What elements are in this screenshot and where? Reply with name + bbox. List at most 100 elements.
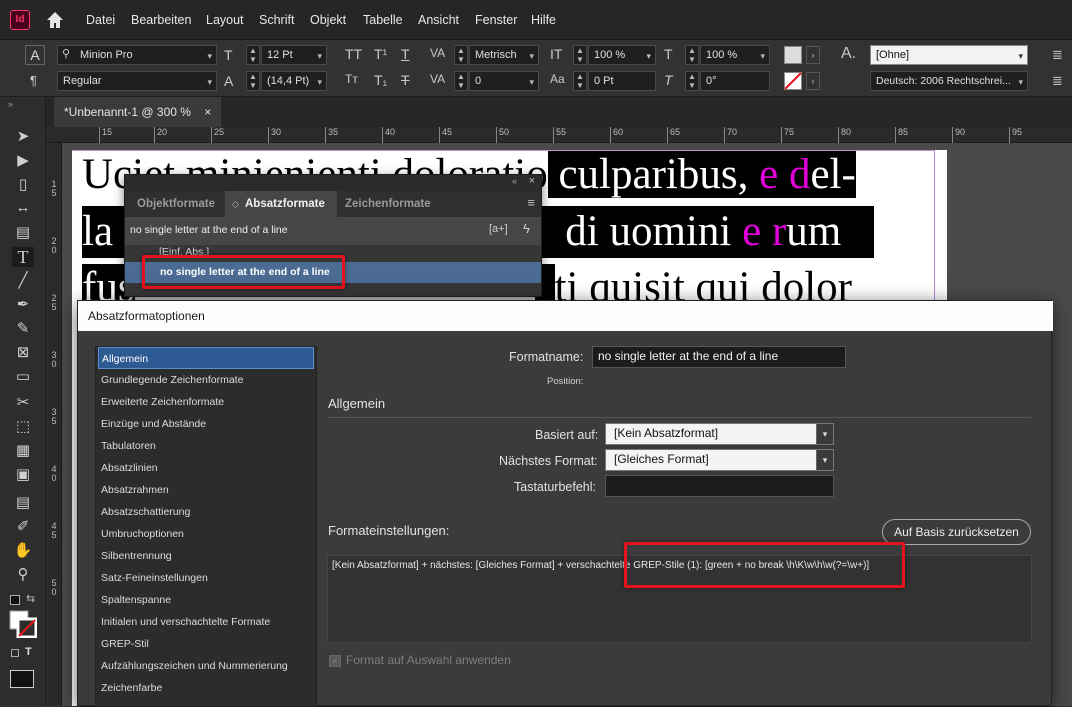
scissors-tool-icon[interactable]: ✂ bbox=[12, 393, 34, 413]
eyedropper-tool-icon[interactable]: ✐ bbox=[12, 517, 34, 537]
leading-input[interactable]: (14,4 Pt) ▾ bbox=[261, 71, 327, 91]
menu-hilfe[interactable]: Hilfe bbox=[531, 13, 556, 27]
category-item[interactable]: Grundlegende Zeichenformate bbox=[98, 369, 314, 391]
apply-format-checkbox[interactable]: ✓ bbox=[329, 655, 341, 667]
gap-tool-icon[interactable]: ↔ bbox=[12, 199, 34, 219]
tab-objektformate[interactable]: Objektformate bbox=[125, 191, 227, 217]
category-item[interactable]: Tabulatoren bbox=[98, 435, 314, 457]
tracking-stepper[interactable]: ▲ ▼ bbox=[454, 71, 468, 91]
shortcut-input[interactable] bbox=[605, 475, 834, 497]
pen-tool-icon[interactable]: ✒ bbox=[12, 295, 34, 315]
next-format-select[interactable]: [Gleiches Format] ▾ bbox=[605, 449, 834, 471]
character-mode-button[interactable]: A bbox=[25, 45, 45, 65]
formatting-container-icon[interactable] bbox=[11, 649, 19, 657]
category-item[interactable]: Einzüge und Abstände bbox=[98, 413, 314, 435]
category-item-allgemein[interactable]: Allgemein bbox=[98, 347, 314, 369]
vertical-scale-input[interactable]: 100 % ▾ bbox=[588, 45, 656, 65]
gradient-tool-icon[interactable]: ▦ bbox=[12, 441, 34, 461]
menu-datei[interactable]: Datei bbox=[86, 13, 115, 27]
category-item[interactable]: Aufzählungszeichen und Nummerierung bbox=[98, 655, 314, 677]
align-icon[interactable]: ≣ bbox=[1052, 47, 1063, 63]
close-icon[interactable]: × bbox=[204, 105, 211, 119]
font-size-stepper[interactable]: ▲ ▼ bbox=[246, 45, 260, 65]
free-transform-tool-icon[interactable]: ⬚ bbox=[12, 417, 34, 437]
chevron-right-icon[interactable]: › bbox=[806, 72, 820, 90]
line-tool-icon[interactable]: ╱ bbox=[12, 271, 34, 291]
baseline-input[interactable]: 0 Pt bbox=[588, 71, 656, 91]
menu-tabelle[interactable]: Tabelle bbox=[363, 13, 403, 27]
note-tool-icon[interactable]: ▤ bbox=[12, 493, 34, 513]
vertical-ruler[interactable]: 1 5 2 0 2 5 3 0 3 5 4 0 4 5 5 0 bbox=[46, 143, 62, 706]
home-icon[interactable] bbox=[46, 11, 64, 29]
superscript-icon[interactable]: T¹ bbox=[374, 46, 387, 62]
view-mode-icon[interactable] bbox=[10, 670, 34, 688]
all-caps-icon[interactable]: TT bbox=[345, 46, 362, 62]
skew-stepper[interactable]: ▲ ▼ bbox=[685, 71, 699, 91]
paragraph-mode-button[interactable]: ¶ bbox=[30, 73, 37, 88]
collapse-icon[interactable]: » bbox=[8, 99, 13, 109]
chevron-right-icon[interactable]: › bbox=[806, 46, 820, 64]
based-on-select[interactable]: [Kein Absatzformat] ▾ bbox=[605, 423, 834, 445]
category-item[interactable]: GREP-Stil bbox=[98, 633, 314, 655]
reset-to-base-button[interactable]: Auf Basis zurücksetzen bbox=[882, 519, 1031, 545]
tracking-input[interactable]: 0 ▾ bbox=[469, 71, 539, 91]
zoom-tool-icon[interactable]: ⚲ bbox=[12, 565, 34, 585]
font-style-select[interactable]: Regular ▾ bbox=[57, 71, 217, 91]
horizontal-scale-input[interactable]: 100 % ▾ bbox=[700, 45, 770, 65]
font-family-select[interactable]: ⚲ Minion Pro ▾ bbox=[57, 45, 217, 65]
document-tab[interactable]: *Unbenannt-1 @ 300 % × bbox=[54, 97, 222, 127]
formatting-text-icon[interactable]: T bbox=[25, 646, 32, 658]
skew-input[interactable]: 0° bbox=[700, 71, 770, 91]
selection-tool-icon[interactable]: ➤ bbox=[12, 127, 34, 147]
panel-menu-icon[interactable]: ≡ bbox=[527, 195, 535, 210]
menu-fenster[interactable]: Fenster bbox=[475, 13, 517, 27]
page-tool-icon[interactable]: ▯ bbox=[12, 175, 34, 195]
strikethrough-icon[interactable]: T bbox=[401, 72, 410, 88]
direct-selection-tool-icon[interactable]: ▶ bbox=[12, 151, 34, 171]
category-item[interactable]: Absatzrahmen bbox=[98, 479, 314, 501]
fill-swatch[interactable] bbox=[784, 46, 802, 64]
tab-absatzformate[interactable]: ◇ Absatzformate bbox=[225, 191, 337, 217]
vertical-scale-stepper[interactable]: ▲ ▼ bbox=[573, 45, 587, 65]
kerning-input[interactable]: Metrisch ▾ bbox=[469, 45, 539, 65]
language-select[interactable]: Deutsch: 2006 Rechtschrei... ▾ bbox=[870, 71, 1028, 91]
category-item[interactable]: Absatzschattierung bbox=[98, 501, 314, 523]
close-icon[interactable]: × bbox=[529, 175, 535, 187]
category-item[interactable]: Silbentrennung bbox=[98, 545, 314, 567]
new-style-from-selection-icon[interactable]: [a+] bbox=[489, 223, 508, 235]
kerning-stepper[interactable]: ▲ ▼ bbox=[454, 45, 468, 65]
fill-stroke-icon[interactable] bbox=[9, 610, 37, 638]
subscript-icon[interactable]: T₁ bbox=[374, 72, 387, 88]
type-tool-icon[interactable]: T bbox=[12, 247, 34, 267]
category-item[interactable]: Erweiterte Zeichenformate bbox=[98, 391, 314, 413]
quick-apply-icon[interactable]: ϟ bbox=[523, 221, 530, 236]
character-style-select[interactable]: [Ohne] ▾ bbox=[870, 45, 1028, 65]
menu-layout[interactable]: Layout bbox=[206, 13, 244, 27]
category-item[interactable]: Satz-Feineinstellungen bbox=[98, 567, 314, 589]
category-item[interactable]: Umbruchoptionen bbox=[98, 523, 314, 545]
format-name-input[interactable]: no single letter at the end of a line bbox=[592, 346, 846, 368]
category-item[interactable]: Zeichenfarbe bbox=[98, 677, 314, 699]
align-icon[interactable]: ≣ bbox=[1052, 73, 1063, 89]
baseline-stepper[interactable]: ▲ ▼ bbox=[573, 71, 587, 91]
collapse-icon[interactable]: « bbox=[512, 176, 517, 186]
category-item[interactable]: Absatzlinien bbox=[98, 457, 314, 479]
hand-tool-icon[interactable]: ✋ bbox=[12, 541, 34, 561]
content-collector-icon[interactable]: ▤ bbox=[12, 223, 34, 243]
small-caps-icon[interactable]: Tт bbox=[345, 72, 358, 86]
horizontal-ruler[interactable]: 15 20 25 30 35 40 45 50 55 60 65 70 75 8… bbox=[46, 127, 1072, 143]
stroke-none-swatch[interactable] bbox=[784, 72, 802, 90]
underline-icon[interactable]: T bbox=[401, 46, 410, 62]
default-colors-icon[interactable] bbox=[10, 595, 20, 605]
rectangle-tool-icon[interactable]: ▭ bbox=[12, 367, 34, 387]
pencil-tool-icon[interactable]: ✎ bbox=[12, 319, 34, 339]
menu-objekt[interactable]: Objekt bbox=[310, 13, 346, 27]
rectangle-frame-tool-icon[interactable]: ⊠ bbox=[12, 343, 34, 363]
menu-bearbeiten[interactable]: Bearbeiten bbox=[131, 13, 191, 27]
horizontal-scale-stepper[interactable]: ▲ ▼ bbox=[685, 45, 699, 65]
leading-stepper[interactable]: ▲ ▼ bbox=[246, 71, 260, 91]
menu-ansicht[interactable]: Ansicht bbox=[418, 13, 459, 27]
menu-schrift[interactable]: Schrift bbox=[259, 13, 294, 27]
font-size-input[interactable]: 12 Pt ▾ bbox=[261, 45, 327, 65]
swap-colors-icon[interactable]: ⇆ bbox=[26, 592, 35, 605]
